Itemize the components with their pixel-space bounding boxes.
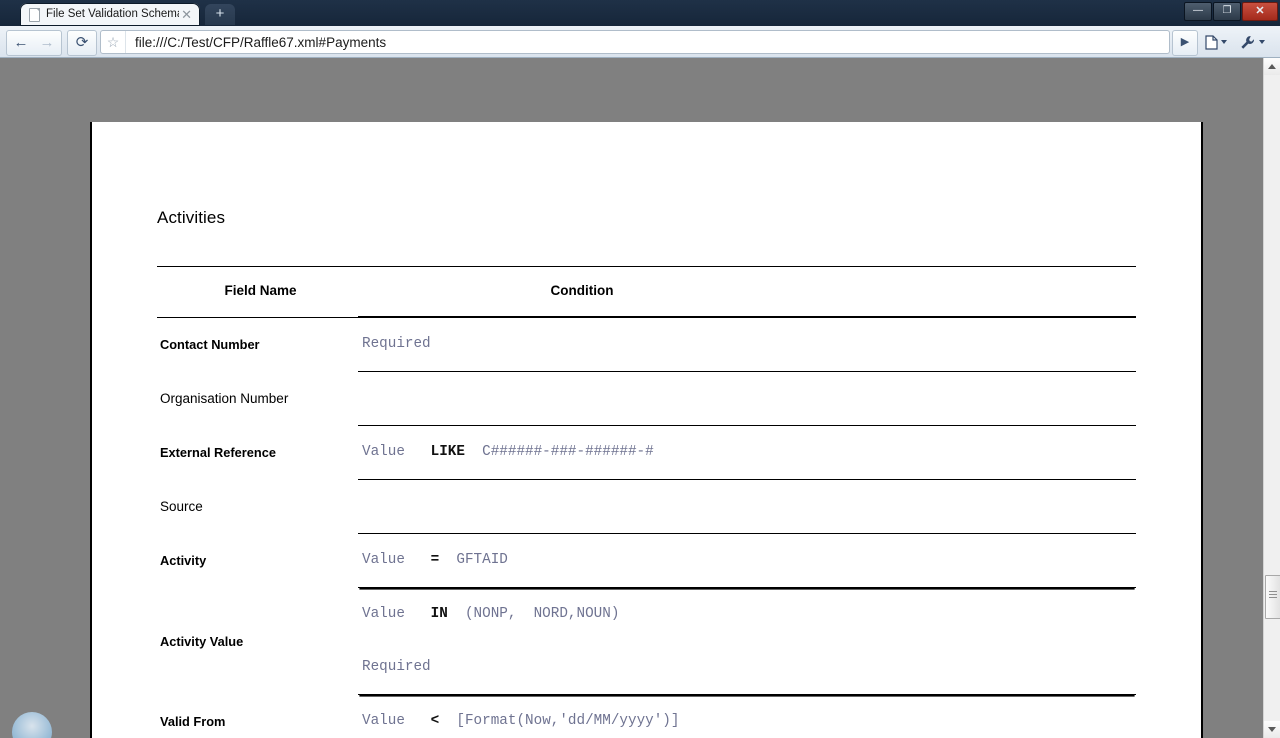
restore-icon: ❐	[1222, 4, 1232, 16]
tab-title: File Set Validation Schema	[46, 8, 180, 20]
condition-value: Value	[362, 552, 405, 568]
tools-menu-button[interactable]	[1240, 30, 1265, 54]
page-viewport: Activities Field Name Condition Contact Nu…	[0, 58, 1280, 738]
scrollbar-grip-icon	[1269, 591, 1277, 600]
vertical-scrollbar[interactable]	[1263, 58, 1280, 738]
start-orb[interactable]	[12, 712, 52, 738]
condition-line	[358, 372, 1136, 425]
wrench-icon	[1241, 35, 1254, 49]
table-row: Valid From Value < [Format(Now,'dd/MM/yyy…	[157, 695, 1136, 738]
condition-line: Value < [Format(Now,'dd/MM/yyyy')]	[358, 695, 1136, 738]
field-name-cell: Contact Number	[160, 337, 260, 352]
condition-operand: (NONP, NORD,NOUN)	[447, 606, 620, 622]
field-name-cell: Activity Value	[160, 633, 244, 649]
close-window-button[interactable]: ✕	[1242, 1, 1278, 21]
field-name-cell: Valid From	[160, 713, 226, 729]
new-tab-button[interactable]: +	[205, 4, 235, 25]
table-row: Contact Number Required	[157, 317, 1136, 372]
validation-table: Field Name Condition Contact Number Require…	[157, 266, 1136, 738]
column-header-field-name: Field Name	[224, 283, 297, 298]
page-title: Activities	[157, 208, 226, 227]
browser-tab[interactable]: File Set Validation Schema ✕	[20, 3, 200, 26]
browser-toolbar: ← → ⟳ ☆ file:///C:/Test/CFP/Raffle67.xml…	[0, 26, 1280, 58]
condition-line: Value LIKE C######-###-######-#	[358, 426, 1136, 479]
scrollbar-thumb[interactable]	[1265, 575, 1280, 619]
condition-cell	[358, 371, 1136, 426]
condition-operator: IN	[404, 606, 448, 622]
bookmark-star-icon[interactable]: ☆	[101, 31, 125, 53]
condition-line: Value = GFTAID	[358, 534, 1136, 587]
condition-operator: =	[404, 552, 440, 568]
condition-cell: Required	[358, 317, 1136, 372]
page-menu-button[interactable]	[1205, 30, 1227, 54]
condition-cell: Value IN (NONP, NORD,NOUN) Required	[358, 587, 1136, 695]
condition-operand: GFTAID	[439, 552, 508, 568]
condition-value: Value	[362, 606, 405, 622]
condition-line: Required	[358, 318, 1136, 371]
table-header-row: Field Name Condition	[157, 267, 1136, 316]
minimize-button[interactable]: —	[1184, 1, 1212, 21]
scroll-down-button[interactable]	[1264, 721, 1280, 738]
address-bar[interactable]: ☆ file:///C:/Test/CFP/Raffle67.xml#Payme…	[100, 30, 1170, 54]
page-icon	[28, 7, 41, 22]
page-menu-icon	[1205, 34, 1218, 50]
condition-operand: [Format(Now,'dd/MM/yyyy')]	[439, 713, 680, 729]
condition-value: Value	[362, 444, 405, 460]
condition-operator: LIKE	[404, 444, 465, 460]
condition-operator: <	[404, 713, 440, 729]
condition-value: Required	[362, 336, 431, 352]
go-button[interactable]: ▶	[1172, 30, 1198, 56]
close-icon: ✕	[1255, 4, 1265, 17]
field-name-cell: Organisation Number	[160, 391, 289, 406]
condition-line: Required	[358, 641, 1136, 694]
url-input[interactable]: file:///C:/Test/CFP/Raffle67.xml#Payment…	[126, 35, 1169, 50]
table-body: Field Name Condition Contact Number Require…	[157, 266, 1136, 738]
condition-cell: Value LIKE C######-###-######-#	[358, 425, 1136, 480]
table-row: Source	[157, 479, 1136, 534]
condition-operand: C######-###-######-#	[464, 444, 654, 460]
minimize-icon: —	[1193, 4, 1203, 16]
condition-cell: Value = GFTAID	[358, 533, 1136, 588]
document-page: Activities Field Name Condition Contact Nu…	[90, 122, 1203, 738]
condition-value: Value	[362, 713, 405, 729]
back-button[interactable]: ←	[6, 30, 36, 56]
table-row: Activity Value Value IN (NONP, NORD,NOUN)…	[157, 587, 1136, 695]
field-name-cell: Source	[160, 499, 203, 514]
scroll-up-button[interactable]	[1264, 58, 1280, 75]
restore-button[interactable]: ❐	[1213, 1, 1241, 21]
chevron-down-icon	[1259, 40, 1265, 44]
field-name-cell: Activity	[160, 553, 207, 568]
column-header-condition: Condition	[550, 283, 614, 298]
chevron-down-icon	[1221, 40, 1227, 44]
condition-cell	[358, 479, 1136, 534]
condition-value: Required	[362, 659, 431, 675]
table-row: External Reference Value LIKE C######-###…	[157, 425, 1136, 480]
tab-strip: File Set Validation Schema ✕ + — ❐ ✕	[0, 0, 1280, 26]
condition-line	[358, 480, 1136, 533]
forward-button[interactable]: →	[33, 30, 62, 56]
close-tab-icon[interactable]: ✕	[179, 3, 194, 26]
window-controls: — ❐ ✕	[1183, 1, 1278, 21]
condition-line: Value IN (NONP, NORD,NOUN)	[358, 588, 1136, 641]
table-row: Organisation Number	[157, 371, 1136, 426]
table-row: Activity Value = GFTAID	[157, 533, 1136, 588]
condition-cell: Value < [Format(Now,'dd/MM/yyyy')]	[358, 695, 1136, 738]
reload-button[interactable]: ⟳	[67, 30, 97, 56]
browser-window: File Set Validation Schema ✕ + — ❐ ✕ ← →…	[0, 0, 1280, 738]
field-name-cell: External Reference	[160, 445, 276, 460]
